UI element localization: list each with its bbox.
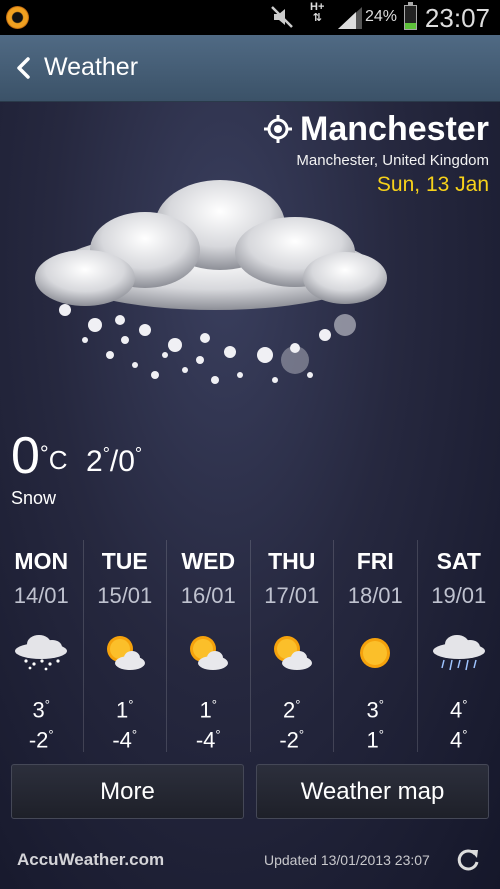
forecast-low: -4°: [195, 727, 221, 753]
region-name: Manchester, United Kingdom: [296, 152, 489, 169]
forecast-date: 16/01: [180, 583, 236, 608]
forecast-day-sat[interactable]: SAT 19/01 4° 4°: [416, 540, 500, 753]
rain-cloud-icon: [418, 623, 500, 683]
condition-text: Snow: [11, 488, 57, 508]
current-temperature: 0°C: [11, 427, 68, 485]
snow-cloud-icon: [0, 623, 83, 683]
refresh-icon[interactable]: [455, 847, 481, 873]
forecast-high: 3°: [366, 697, 384, 723]
forecast-low: -2°: [28, 727, 54, 753]
forecast-date: 14/01: [13, 583, 69, 608]
app-notification-icon: [6, 6, 29, 29]
app-header: Weather: [0, 35, 500, 102]
signal-icon: [338, 7, 362, 29]
forecast-high: 2°: [283, 697, 301, 723]
temperature-unit: C: [48, 445, 68, 475]
status-clock: 23:07: [424, 3, 490, 33]
back-chevron-icon[interactable]: [8, 49, 44, 87]
sun-icon: [334, 623, 417, 683]
forecast-day-fri[interactable]: FRI 18/01 3° 1°: [333, 540, 417, 753]
city-name: Manchester: [300, 110, 489, 148]
forecast-day-wed[interactable]: WED 16/01 1° -4°: [166, 540, 250, 753]
forecast-high: 1°: [199, 697, 217, 723]
high-low-temperature: 2°/0°: [86, 444, 143, 478]
forecast-day-name: FRI: [356, 548, 394, 574]
forecast-date: 15/01: [97, 583, 153, 608]
forecast-day-name: MON: [14, 548, 69, 574]
forecast-day-name: WED: [181, 548, 236, 574]
forecast-day-name: TUE: [101, 548, 148, 574]
forecast-low: 1°: [366, 727, 384, 753]
accuweather-logo[interactable]: AccuWeather.com: [17, 850, 164, 870]
status-bar: H+ ⇅ 24% 23:07: [0, 0, 500, 35]
network-type-icon: H+ ⇅: [310, 1, 325, 24]
locate-icon[interactable]: [264, 115, 293, 143]
sun-cloud-icon: [167, 623, 250, 683]
mute-icon: [271, 6, 293, 28]
forecast-date: 18/01: [347, 583, 403, 608]
current-conditions: 0°C 2°/0° Snow: [11, 427, 142, 508]
today-low: 0: [118, 445, 135, 478]
today-high: 2: [86, 445, 103, 478]
forecast-day-name: SAT: [436, 548, 481, 574]
forecast-day-thu[interactable]: THU 17/01 2° -2°: [249, 540, 334, 753]
forecast-date: 19/01: [431, 583, 487, 608]
sun-cloud-icon: [251, 623, 334, 683]
battery-percent: 24%: [365, 8, 398, 25]
forecast-low: -4°: [112, 727, 138, 753]
forecast-date: 17/01: [264, 583, 320, 608]
forecast-day-tue[interactable]: TUE 15/01 1° -4°: [82, 540, 167, 753]
forecast-low: 4°: [450, 727, 468, 753]
snow-cloud-illustration: [35, 180, 387, 384]
forecast-row: MON 14/01 3° -2° TUE 15/01 1° -4° WED 16/01 1° -4° T…: [0, 540, 500, 753]
forecast-high: 1°: [116, 697, 134, 723]
forecast-low: -2°: [279, 727, 305, 753]
sun-cloud-icon: [84, 623, 167, 683]
forecast-high: 3°: [32, 697, 50, 723]
battery-icon: [404, 2, 417, 30]
page-title[interactable]: Weather: [44, 53, 138, 82]
forecast-day-mon[interactable]: MON 14/01 3° -2°: [0, 540, 83, 753]
weather-map-button[interactable]: Weather map: [256, 764, 489, 819]
forecast-day-name: THU: [268, 548, 316, 574]
more-button[interactable]: More: [11, 764, 244, 819]
forecast-high: 4°: [450, 697, 468, 723]
last-updated: Updated 13/01/2013 23:07: [264, 852, 430, 868]
